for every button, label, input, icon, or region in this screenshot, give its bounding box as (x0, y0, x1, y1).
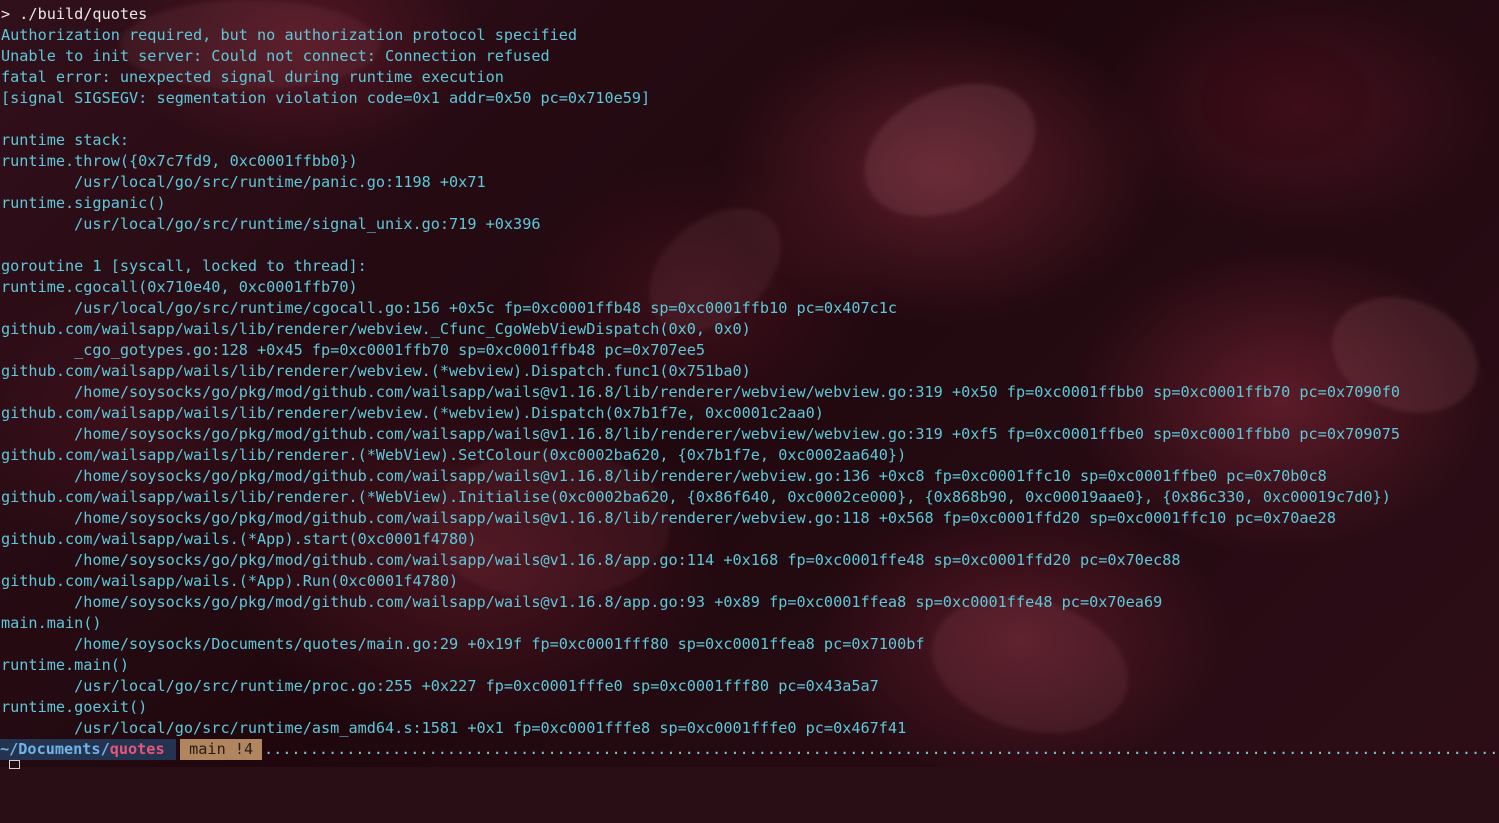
terminal-line: runtime.goexit() (1, 698, 148, 716)
terminal-line: [signal SIGSEGV: segmentation violation … (1, 89, 651, 107)
terminal-line: /home/soysocks/go/pkg/mod/github.com/wai… (1, 509, 1336, 527)
prompt-git-status: main !4 (180, 739, 263, 760)
terminal-line: github.com/wailsapp/wails/lib/renderer.(… (1, 488, 1391, 506)
terminal-line: /home/soysocks/go/pkg/mod/github.com/wai… (1, 383, 1400, 401)
terminal-line: runtime.sigpanic() (1, 194, 166, 212)
command-line: > ./build/quotes (1, 5, 148, 23)
terminal-line: /home/soysocks/go/pkg/mod/github.com/wai… (1, 425, 1400, 443)
terminal-line: Unable to init server: Could not connect… (1, 47, 550, 65)
terminal-line: /usr/local/go/src/runtime/panic.go:1198 … (1, 173, 486, 191)
terminal-line: Authorization required, but no authoriza… (1, 26, 578, 44)
terminal-line: main.main() (1, 614, 102, 632)
terminal-line: runtime.main() (1, 656, 130, 674)
terminal-line: /home/soysocks/go/pkg/mod/github.com/wai… (1, 467, 1327, 485)
terminal-line: /usr/local/go/src/runtime/proc.go:255 +0… (1, 677, 879, 695)
prompt-path-segment: ~/Documents/quotes (0, 739, 176, 760)
terminal-line: /usr/local/go/src/runtime/asm_amd64.s:15… (1, 719, 907, 737)
terminal-line: runtime.cgocall(0x710e40, 0xc0001ffb70) (1, 278, 358, 296)
terminal-line: _cgo_gotypes.go:128 +0x45 fp=0xc0001ffb7… (1, 341, 706, 359)
terminal-output[interactable]: > ./build/quotes Authorization required, … (0, 0, 1499, 767)
terminal-line: github.com/wailsapp/wails.(*App).start(0… (1, 530, 477, 548)
terminal-line: github.com/wailsapp/wails.(*App).Run(0xc… (1, 572, 459, 590)
terminal-line: /home/soysocks/go/pkg/mod/github.com/wai… (1, 593, 1163, 611)
shell-prompt-statusbar: ~/Documents/quotes main !4 .............… (0, 739, 1499, 760)
prompt-repo-name: quotes (109, 740, 165, 758)
terminal-line: fatal error: unexpected signal during ru… (1, 68, 504, 86)
terminal-line: runtime.throw({0x7c7fd9, 0xc0001ffbb0}) (1, 152, 358, 170)
terminal-line: /usr/local/go/src/runtime/signal_unix.go… (1, 215, 541, 233)
terminal-line: github.com/wailsapp/wails/lib/renderer/w… (1, 320, 751, 338)
terminal-line: github.com/wailsapp/wails/lib/renderer/w… (1, 404, 824, 422)
terminal-line: /home/soysocks/go/pkg/mod/github.com/wai… (1, 551, 1181, 569)
terminal-line: /usr/local/go/src/runtime/cgocall.go:156… (1, 299, 898, 317)
prompt-path-prefix: ~/Documents/ (0, 740, 110, 758)
cursor-block (9, 760, 20, 769)
terminal-line: goroutine 1 [syscall, locked to thread]: (1, 257, 367, 275)
input-line[interactable] (1, 760, 41, 770)
terminal-line: runtime stack: (1, 131, 130, 149)
terminal-line: github.com/wailsapp/wails/lib/renderer/w… (1, 362, 751, 380)
terminal-line: /home/soysocks/Documents/quotes/main.go:… (1, 635, 925, 653)
prompt-filler: ........................................… (264, 740, 1499, 758)
terminal-line: github.com/wailsapp/wails/lib/renderer.(… (1, 446, 907, 464)
